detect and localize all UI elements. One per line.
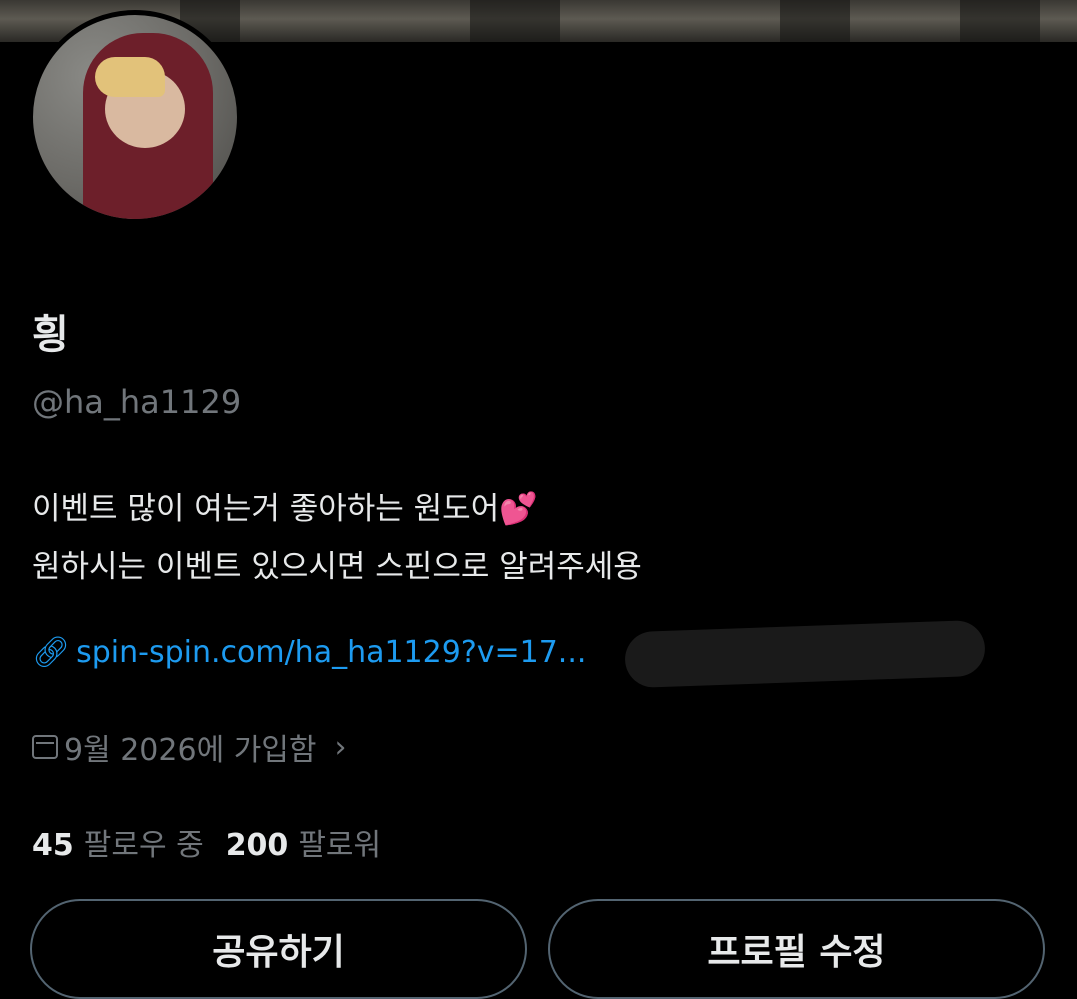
display-name: 힁 <box>32 312 69 358</box>
profile-bio: 이벤트 많이 여는거 좋아하는 원도어💕 원하시는 이벤트 있으시면 스핀으로 … <box>32 480 642 596</box>
bio-line-2: 원하시는 이벤트 있으시면 스핀으로 알려주세용 <box>32 549 642 585</box>
follow-stats: 45 팔로우 중 200 팔로워 <box>32 820 403 864</box>
profile-avatar[interactable] <box>28 10 242 224</box>
joined-text: 9월 2026에 가입함 <box>64 733 317 768</box>
redaction-scribble <box>624 619 986 689</box>
website-link-text[interactable]: spin-spin.com/ha_ha1129?v=17... <box>76 635 586 670</box>
followers-count[interactable]: 200 <box>226 828 289 863</box>
share-button[interactable]: 공유하기 <box>30 899 527 999</box>
link-icon: 🔗︎ <box>32 635 71 670</box>
followers-label[interactable]: 팔로워 <box>298 820 381 864</box>
website-link[interactable]: 🔗︎ spin-spin.com/ha_ha1129?v=17... <box>32 635 586 670</box>
bio-line-1: 이벤트 많이 여는거 좋아하는 원도어💕 <box>32 491 538 527</box>
edit-profile-button[interactable]: 프로필 수정 <box>548 899 1045 999</box>
following-count[interactable]: 45 <box>32 828 74 863</box>
following-label[interactable]: 팔로우 중 <box>84 820 204 864</box>
chevron-right-icon: › <box>334 729 347 765</box>
user-handle: @ha_ha1129 <box>32 383 242 421</box>
joined-date[interactable]: 9월 2026에 가입함 › <box>32 725 347 769</box>
calendar-icon <box>32 735 58 759</box>
two-hearts-emoji: 💕 <box>499 491 538 527</box>
